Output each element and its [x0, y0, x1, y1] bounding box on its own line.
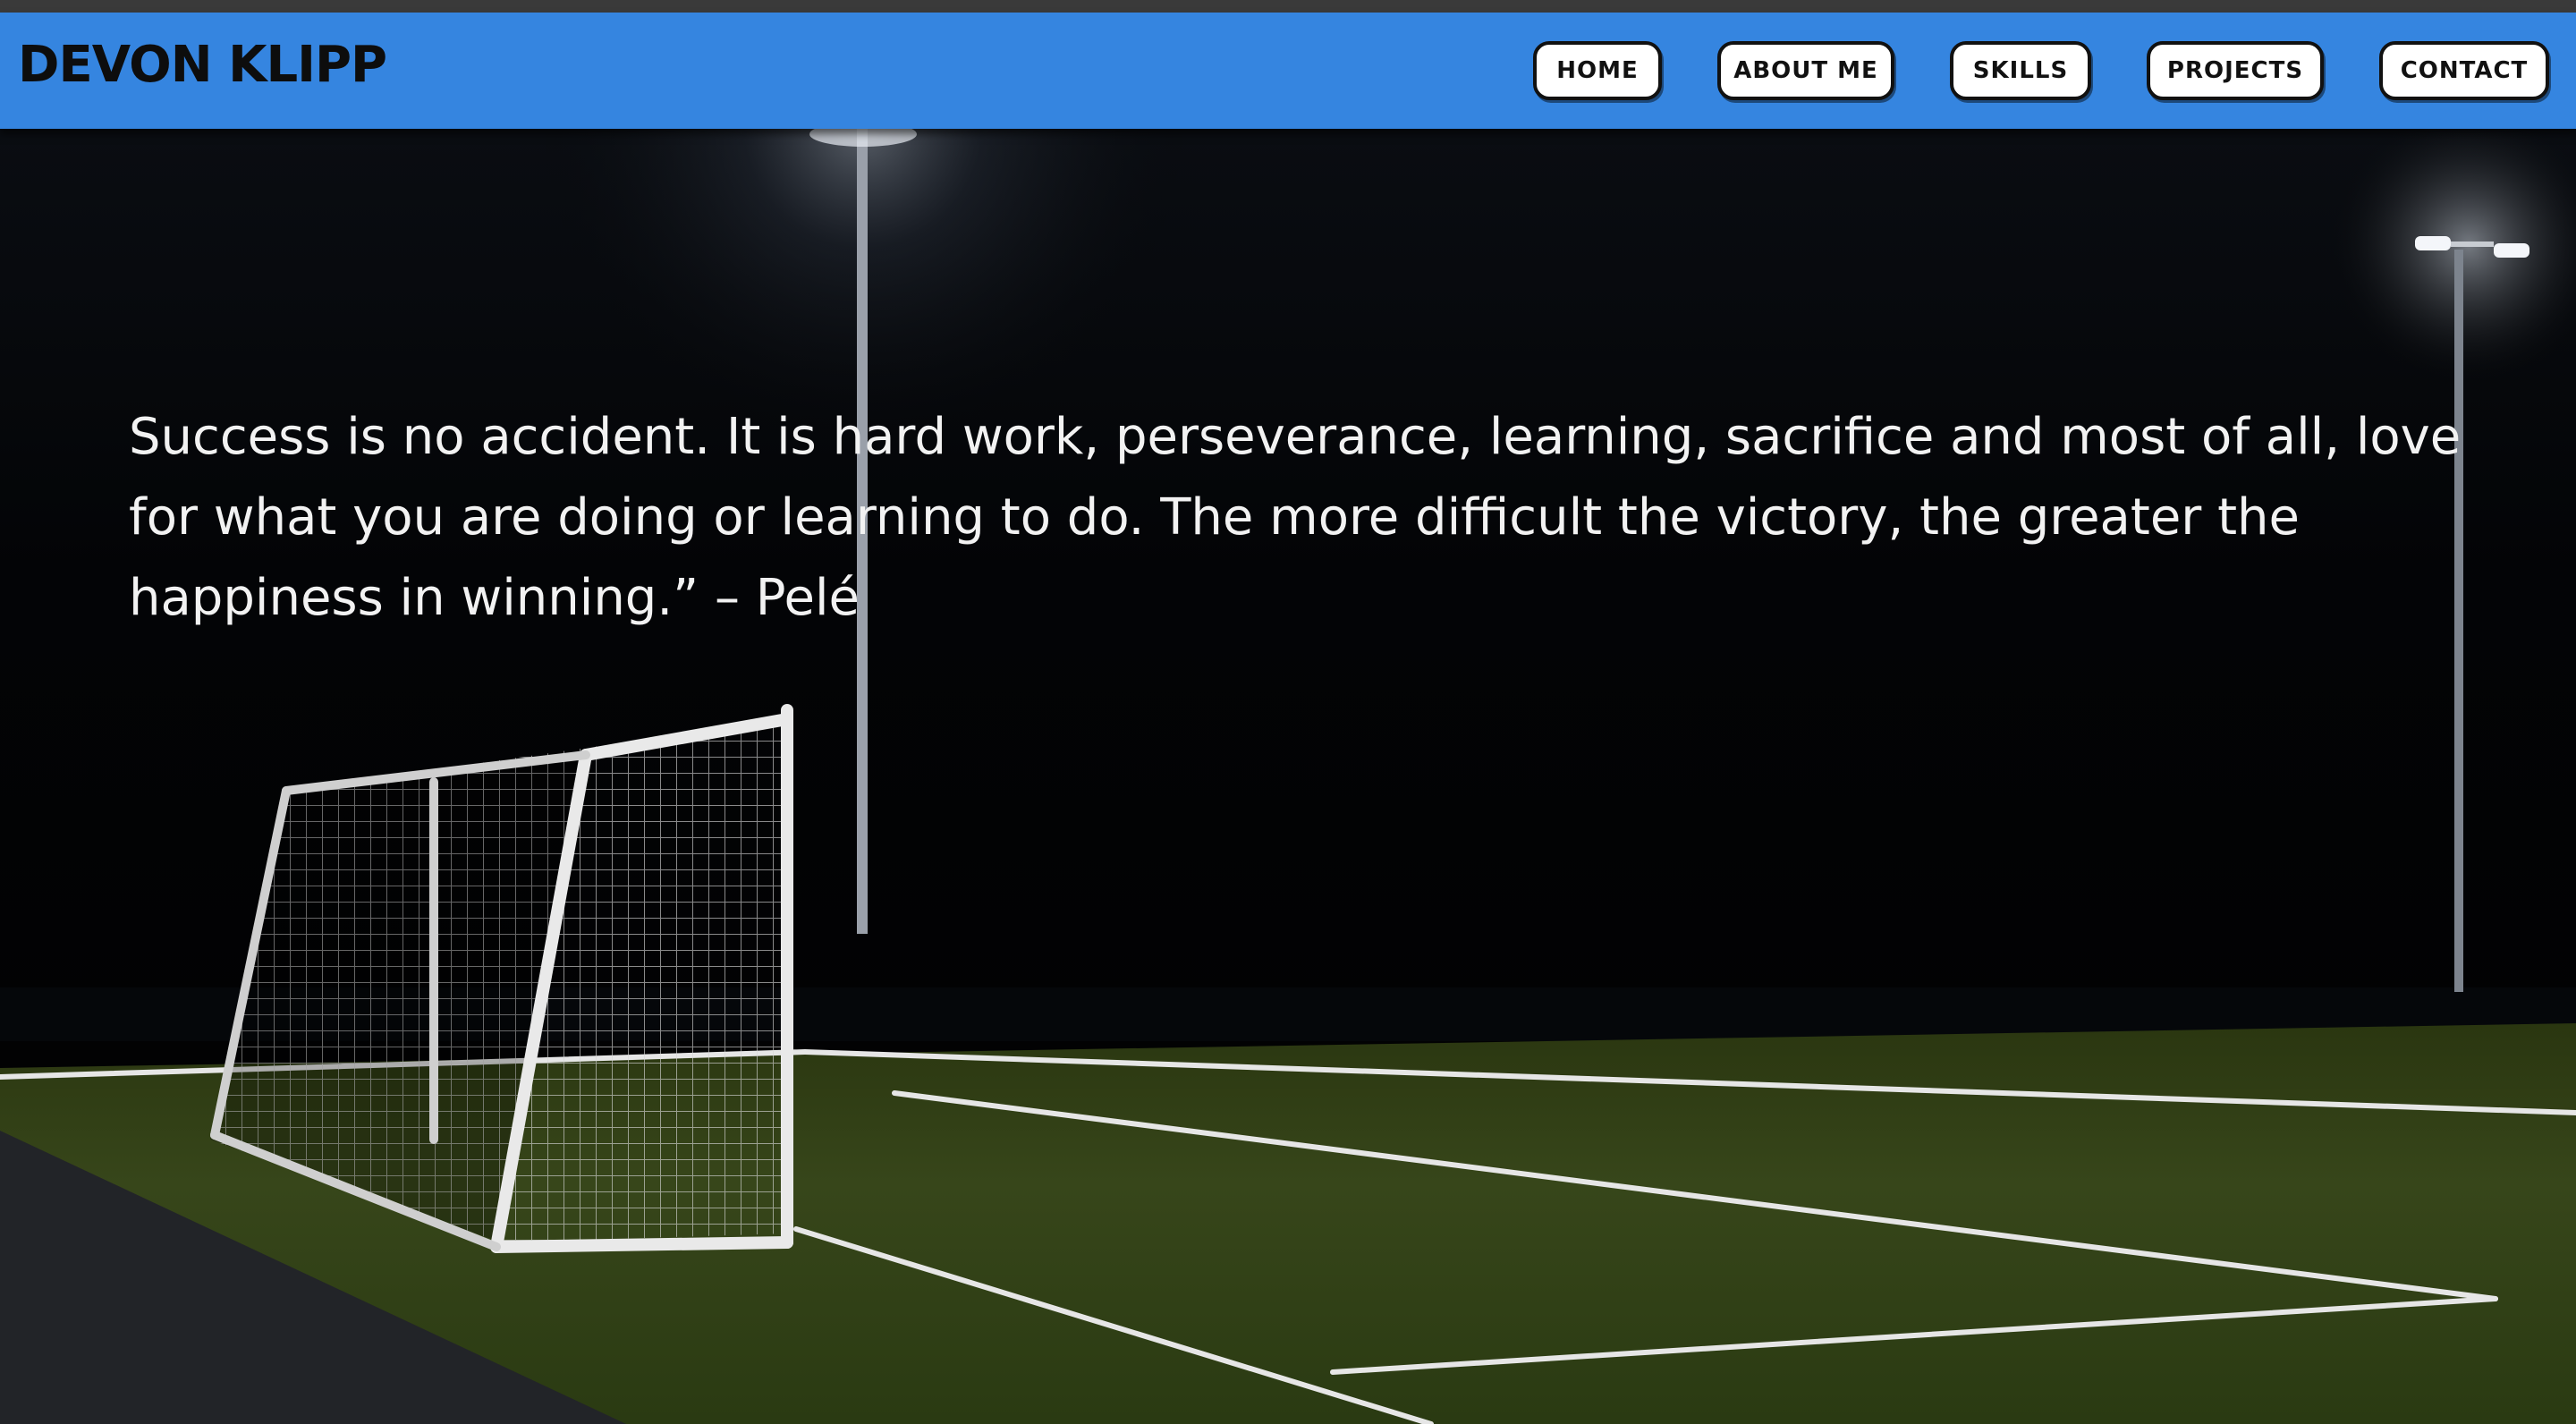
nav-about-me-button[interactable]: ABOUT ME — [1717, 41, 1894, 100]
browser-top-strip — [0, 0, 2576, 13]
navbar: DEVON KLIPP HOME ABOUT ME SKILLS PROJECT… — [0, 13, 2576, 129]
nav-projects-button[interactable]: PROJECTS — [2147, 41, 2324, 100]
hero-quote: Success is no accident. It is hard work,… — [129, 408, 2462, 627]
soccer-field-background-image — [0, 129, 2576, 1424]
nav-home-button[interactable]: HOME — [1533, 41, 1662, 100]
nav-skills-button[interactable]: SKILLS — [1950, 41, 2091, 100]
nav-contact-button[interactable]: CONTACT — [2379, 41, 2549, 100]
goal-net — [210, 704, 793, 1253]
hero-section: Success is no accident. It is hard work,… — [0, 129, 2576, 1424]
site-brand[interactable]: DEVON KLIPP — [18, 36, 387, 94]
